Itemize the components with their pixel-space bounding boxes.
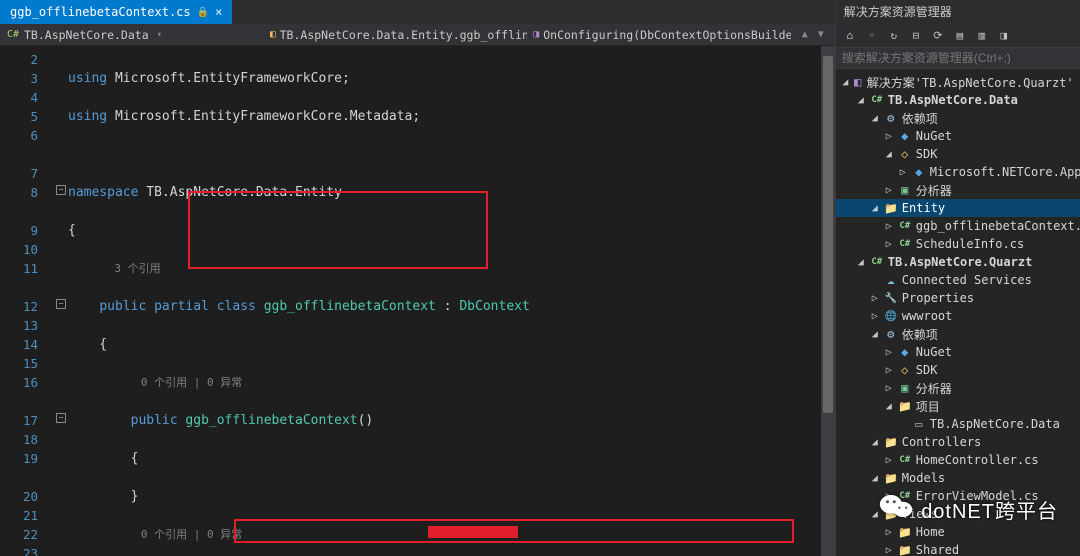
analyzer-node[interactable]: ▷分析器 — [836, 379, 1080, 397]
project-ref-item[interactable]: ▭TB.AspNetCore.Data — [836, 415, 1080, 433]
project-node[interactable]: ◢TB.AspNetCore.Data — [836, 91, 1080, 109]
close-icon[interactable]: × — [215, 5, 222, 19]
search-box[interactable]: ▾ — [836, 48, 1080, 69]
sync-icon[interactable]: ↻ — [884, 26, 904, 44]
solution-node[interactable]: ◢解决方案'TB.AspNetCore.Quarzt' (2 个项目) — [836, 73, 1080, 91]
folder-entity[interactable]: ◢Entity — [836, 199, 1080, 217]
file-node[interactable]: ▷ScheduleInfo.cs — [836, 235, 1080, 253]
context-project[interactable]: C# TB.AspNetCore.Data ▾ — [6, 28, 264, 42]
tab-bar: ggb_offlinebetaContext.cs 🔒 × — [0, 0, 835, 24]
wwwroot-node[interactable]: ▷wwwroot — [836, 307, 1080, 325]
properties-icon[interactable]: ▥ — [972, 26, 992, 44]
show-all-icon[interactable]: ▤ — [950, 26, 970, 44]
connected-services-node[interactable]: Connected Services — [836, 271, 1080, 289]
vertical-scrollbar[interactable] — [821, 46, 835, 556]
search-input[interactable] — [842, 51, 1080, 65]
nuget-node[interactable]: ▷NuGet — [836, 127, 1080, 145]
refresh-icon[interactable]: ⟳ — [928, 26, 948, 44]
sdk-node[interactable]: ◢SDK — [836, 145, 1080, 163]
folder-views[interactable]: ◢Views — [836, 505, 1080, 523]
navigation-bar: C# TB.AspNetCore.Data ▾ ◧ TB.AspNetCore.… — [0, 24, 835, 46]
home-icon[interactable]: ⌂ — [840, 26, 860, 44]
chevron-down-icon: ▾ — [153, 30, 162, 40]
sdk-node[interactable]: ▷SDK — [836, 361, 1080, 379]
collapse-icon[interactable]: ⊟ — [906, 26, 926, 44]
properties-node[interactable]: ▷Properties — [836, 289, 1080, 307]
editor-panel: ggb_offlinebetaContext.cs 🔒 × C# TB.AspN… — [0, 0, 836, 556]
method-icon: ◨ — [533, 28, 539, 42]
solution-toolbar: ⌂ ◦ ↻ ⊟ ⟳ ▤ ▥ ◨ ◧ 🔧 — [836, 23, 1080, 48]
lock-icon: 🔒 — [197, 7, 209, 18]
panel-title-bar: 解决方案资源管理器 ▾ 📌 × — [836, 0, 1080, 23]
nuget-node[interactable]: ▷NuGet — [836, 343, 1080, 361]
file-node[interactable]: ▷ErrorViewModel.cs — [836, 487, 1080, 505]
folder-models[interactable]: ◢Models — [836, 469, 1080, 487]
folder-controllers[interactable]: ◢Controllers — [836, 433, 1080, 451]
context-member[interactable]: ◨ OnConfiguring(DbContextOptionsBuilder … — [533, 28, 791, 42]
nav-up-icon[interactable]: ▲ — [797, 29, 813, 40]
context-class[interactable]: ◧ TB.AspNetCore.Data.Entity.ggb_offlineb… — [270, 28, 528, 42]
cs-project-icon: C# — [6, 28, 20, 42]
preview-icon[interactable]: ◨ — [994, 26, 1014, 44]
file-node[interactable]: ▷HomeController.cs — [836, 451, 1080, 469]
folder-home[interactable]: ▷Home — [836, 523, 1080, 541]
panel-title: 解决方案资源管理器 — [844, 3, 952, 20]
tab-title: ggb_offlinebetaContext.cs — [10, 5, 191, 19]
dependencies-node[interactable]: ◢依赖项 — [836, 325, 1080, 343]
folder-shared[interactable]: ▷Shared — [836, 541, 1080, 556]
code-editor[interactable]: 234 56 78 91011 1213 141516 1718 1920 21… — [0, 46, 835, 556]
file-tab[interactable]: ggb_offlinebetaContext.cs 🔒 × — [0, 0, 232, 24]
solution-tree[interactable]: ◢解决方案'TB.AspNetCore.Quarzt' (2 个项目) ◢TB.… — [836, 69, 1080, 556]
dependencies-node[interactable]: ◢依赖项 — [836, 109, 1080, 127]
analyzer-node[interactable]: ▷分析器 — [836, 181, 1080, 199]
back-icon[interactable]: ◦ — [862, 26, 882, 44]
code-area[interactable]: using Microsoft.EntityFrameworkCore; usi… — [48, 46, 821, 556]
project-refs-node[interactable]: ◢项目 — [836, 397, 1080, 415]
line-gutter: 234 56 78 91011 1213 141516 1718 1920 21… — [0, 46, 48, 556]
class-icon: ◧ — [270, 28, 276, 42]
file-node[interactable]: ▷ggb_offlinebetaContext.cs — [836, 217, 1080, 235]
nav-down-icon[interactable]: ▼ — [813, 29, 829, 40]
package-node[interactable]: ▷Microsoft.NETCore.App (2.1.0) — [836, 163, 1080, 181]
solution-explorer: 解决方案资源管理器 ▾ 📌 × ⌂ ◦ ↻ ⊟ ⟳ ▤ ▥ ◨ ◧ 🔧 ▾ ◢解… — [836, 0, 1080, 556]
nav-arrows: ▲ ▼ — [797, 29, 829, 40]
project-node[interactable]: ◢TB.AspNetCore.Quarzt — [836, 253, 1080, 271]
